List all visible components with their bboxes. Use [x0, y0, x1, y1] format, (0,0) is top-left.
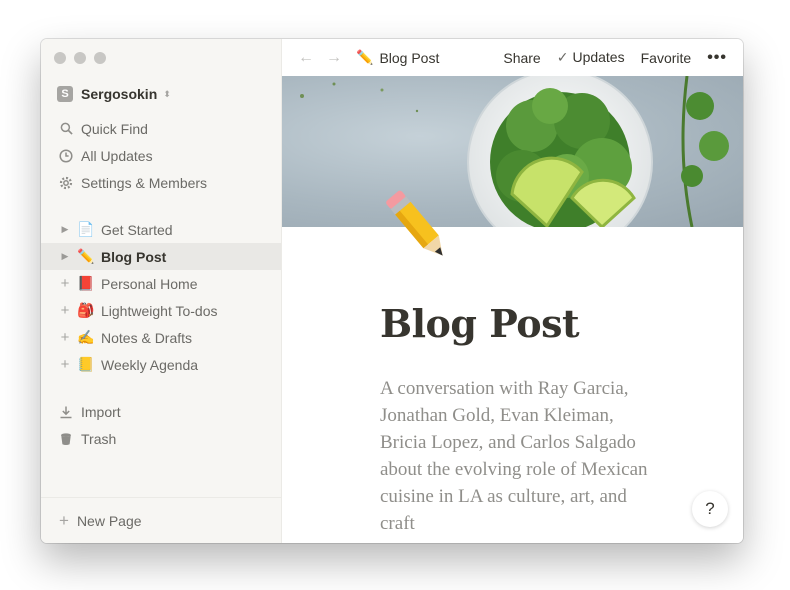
workspace-name: Sergosokin — [81, 86, 158, 102]
check-icon: ✓ — [556, 49, 569, 65]
page-icon-pencil[interactable] — [377, 185, 457, 270]
breadcrumb[interactable]: ✏️ Blog Post — [356, 49, 439, 66]
sidebar-item-label: Settings & Members — [81, 174, 208, 191]
nav-arrows: ← → — [298, 49, 342, 67]
sidebar-page-label: Weekly Agenda — [101, 356, 199, 373]
pencil-icon: ✏️ — [356, 49, 374, 65]
sidebar-page-weekly-agenda[interactable]: + 📒 Weekly Agenda — [41, 351, 281, 378]
workspace-avatar: S — [57, 86, 73, 102]
clock-icon — [59, 148, 73, 163]
sidebar-item-import[interactable]: Import — [41, 398, 281, 425]
breadcrumb-title: Blog Post — [379, 49, 440, 66]
sidebar-item-all-updates[interactable]: All Updates — [41, 142, 281, 169]
favorite-button[interactable]: Favorite — [641, 50, 692, 66]
top-bar: ← → ✏️ Blog Post Share ✓ Updates Favorite… — [282, 39, 743, 76]
workspace-switcher[interactable]: S Sergosokin ⬍ — [57, 86, 171, 102]
download-icon — [59, 405, 73, 419]
sidebar-item-label: Quick Find — [81, 120, 148, 137]
sidebar-item-label: Trash — [81, 430, 117, 447]
plus-icon[interactable]: + — [59, 330, 71, 345]
new-page-label: New Page — [76, 512, 142, 529]
cover-image[interactable] — [282, 76, 743, 227]
sidebar-item-trash[interactable]: Trash — [41, 425, 281, 452]
sidebar-page-label: Lightweight To-dos — [101, 302, 218, 319]
book-icon: 📕 — [77, 275, 95, 291]
sidebar-item-label: All Updates — [81, 147, 153, 164]
pencil-icon — [386, 190, 443, 256]
plus-icon[interactable]: + — [59, 303, 71, 318]
sidebar-page-label: Notes & Drafts — [101, 329, 193, 346]
sidebar-page-label: Get Started — [101, 221, 173, 238]
more-options-button[interactable]: ••• — [707, 49, 727, 67]
chevron-updown-icon: ⬍ — [163, 88, 171, 99]
plus-icon[interactable]: + — [59, 357, 71, 372]
search-icon — [59, 122, 73, 136]
sidebar: S Sergosokin ⬍ Quick Find All Updates Se… — [41, 39, 282, 543]
help-button[interactable]: ? — [692, 491, 728, 527]
page-title[interactable]: Blog Post — [380, 301, 580, 346]
document-icon: 📄 — [77, 221, 95, 237]
sidebar-item-label: Import — [81, 403, 121, 420]
writing-hand-icon: ✍️ — [77, 329, 95, 345]
sidebar-page-label: Personal Home — [101, 275, 198, 292]
sidebar-page-personal-home[interactable]: + 📕 Personal Home — [41, 270, 281, 297]
close-window-button[interactable] — [54, 52, 66, 64]
sidebar-page-get-started[interactable]: ▶ 📄 Get Started — [41, 216, 281, 243]
backpack-icon: 🎒 — [77, 302, 95, 318]
sidebar-page-notes-drafts[interactable]: + ✍️ Notes & Drafts — [41, 324, 281, 351]
new-page-button[interactable]: + New Page — [41, 497, 281, 543]
sidebar-page-blog-post[interactable]: ▶ ✏️ Blog Post — [41, 243, 281, 270]
zoom-window-button[interactable] — [94, 52, 106, 64]
trash-icon — [59, 432, 73, 446]
share-button[interactable]: Share — [503, 50, 540, 66]
plus-icon[interactable]: + — [59, 276, 71, 291]
sidebar-bottom-menu: Import Trash — [41, 398, 281, 452]
cilantro-lime-bowl-illustration — [300, 76, 729, 227]
page-content: Blog Post A conversation with Ray Garcia… — [282, 190, 743, 543]
sidebar-menu: Quick Find All Updates Settings & Member… — [41, 115, 281, 196]
notebook-icon: 📒 — [77, 356, 95, 372]
sidebar-item-settings[interactable]: Settings & Members — [41, 169, 281, 196]
sidebar-item-quick-find[interactable]: Quick Find — [41, 115, 281, 142]
window-controls — [54, 52, 106, 64]
forward-arrow-icon[interactable]: → — [326, 49, 342, 67]
expand-arrow-icon[interactable]: ▶ — [59, 251, 71, 262]
sidebar-pages: ▶ 📄 Get Started ▶ ✏️ Blog Post + 📕 Perso… — [41, 216, 281, 378]
top-actions: Share ✓ Updates Favorite ••• — [503, 49, 727, 67]
page-description[interactable]: A conversation with Ray Garcia, Jonathan… — [380, 375, 660, 537]
sidebar-page-lightweight-todos[interactable]: + 🎒 Lightweight To-dos — [41, 297, 281, 324]
minimize-window-button[interactable] — [74, 52, 86, 64]
updates-label: Updates — [572, 49, 625, 65]
back-arrow-icon[interactable]: ← — [298, 49, 314, 67]
sidebar-page-label: Blog Post — [101, 248, 167, 265]
gear-icon — [59, 176, 73, 190]
app-window: S Sergosokin ⬍ Quick Find All Updates Se… — [41, 39, 743, 543]
plus-icon: + — [59, 510, 69, 530]
updates-button[interactable]: ✓ Updates — [557, 49, 625, 66]
pencil-icon: ✏️ — [77, 248, 95, 264]
expand-arrow-icon[interactable]: ▶ — [59, 224, 71, 235]
